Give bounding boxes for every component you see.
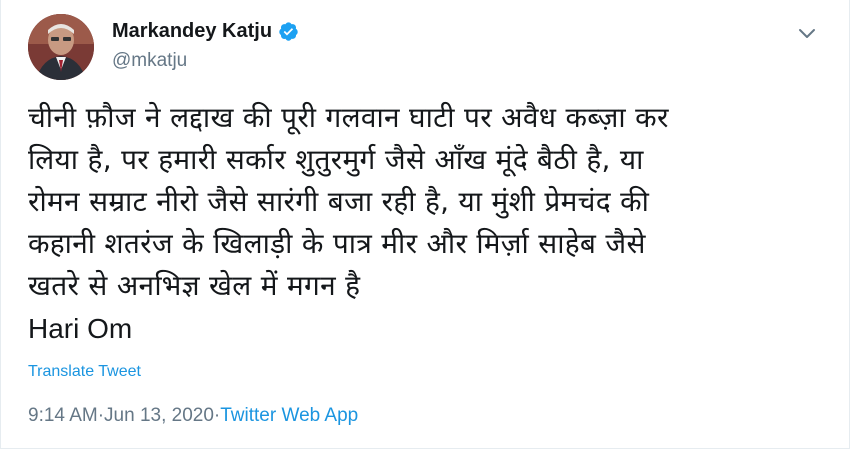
chevron-down-icon[interactable] [795,22,819,46]
avatar-image [28,14,94,80]
tweet-metadata: 9:14 AM · Jun 13, 2020 · Twitter Web App [28,405,358,427]
tweet-time[interactable]: 9:14 AM [28,405,98,427]
author-handle[interactable]: @mkatju [112,50,187,72]
tweet-signoff: Hari Om [28,313,133,344]
tweet-text: चीनी फ़ौज ने लद्दाख की पूरी गलवान घाटी प… [28,101,669,302]
tweet-date[interactable]: Jun 13, 2020 [104,405,214,427]
verified-badge-icon [279,22,298,41]
author-name[interactable]: Markandey Katju [112,20,272,43]
author-row: Markandey Katju [112,20,299,43]
translate-tweet-link[interactable]: Translate Tweet [28,363,141,381]
tweet-source-link[interactable]: Twitter Web App [220,405,358,427]
avatar[interactable] [28,14,94,80]
tweet-card: Markandey Katju @mkatju चीनी फ़ौज ने लद्… [0,0,850,449]
